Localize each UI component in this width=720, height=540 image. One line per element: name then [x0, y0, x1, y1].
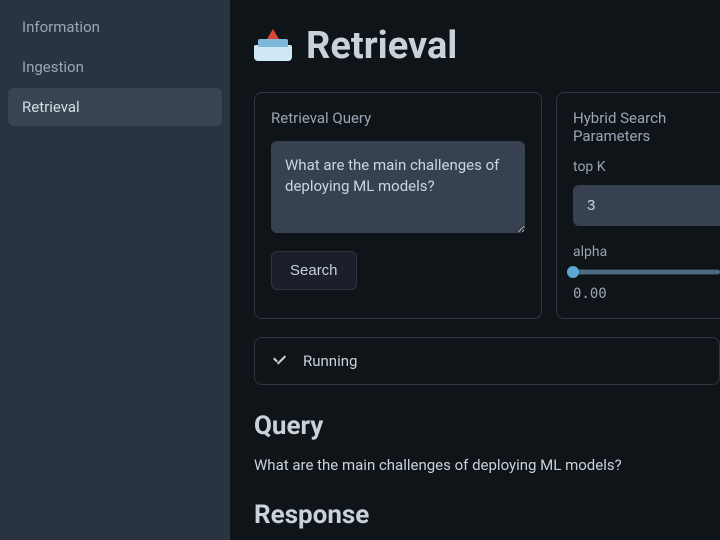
query-heading: Query — [254, 411, 720, 441]
alpha-value: 0.00 — [573, 286, 720, 302]
topk-input[interactable] — [573, 185, 720, 226]
sidebar: Information Ingestion Retrieval — [0, 0, 230, 540]
query-label: Retrieval Query — [271, 109, 525, 127]
alpha-slider[interactable] — [573, 270, 720, 274]
outbox-icon — [254, 31, 292, 61]
response-heading: Response — [254, 500, 720, 530]
check-icon — [273, 355, 289, 367]
status-text: Running — [303, 352, 357, 370]
query-panel: Retrieval Query What are the main challe… — [254, 92, 542, 319]
params-panel: Hybrid Search Parameters top K alpha 0.0… — [556, 92, 720, 319]
sidebar-item-ingestion[interactable]: Ingestion — [8, 48, 222, 86]
page-title: Retrieval — [306, 24, 457, 68]
sidebar-item-information[interactable]: Information — [8, 8, 222, 46]
params-title: Hybrid Search Parameters — [573, 109, 720, 145]
retrieval-query-input[interactable]: What are the main challenges of deployin… — [271, 141, 525, 233]
query-text: What are the main challenges of deployin… — [254, 455, 720, 476]
search-button[interactable]: Search — [271, 251, 357, 290]
status-bar[interactable]: Running — [254, 337, 720, 385]
alpha-label: alpha — [573, 244, 720, 260]
topk-label: top K — [573, 159, 720, 175]
title-row: Retrieval — [254, 24, 720, 68]
main-content: Retrieval Retrieval Query What are the m… — [230, 0, 720, 540]
sidebar-item-retrieval[interactable]: Retrieval — [8, 88, 222, 126]
